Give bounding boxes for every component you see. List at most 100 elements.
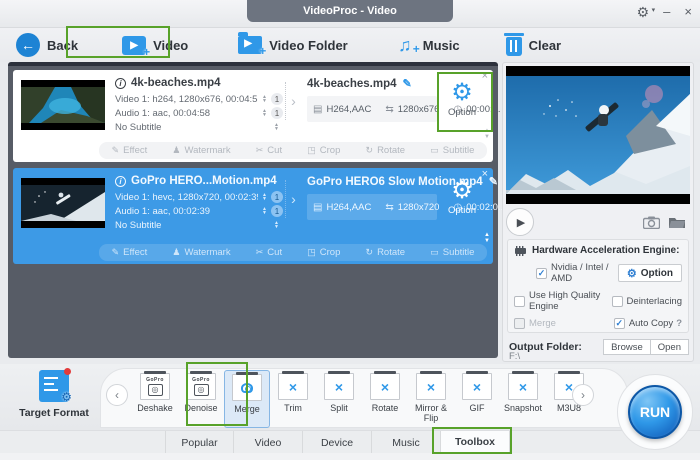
resolution-icon: ⇆ <box>385 104 393 115</box>
clip-actions-bar: ✎Effect ♟Watermark ✂Cut ◳Crop ↻Rotate ▭S… <box>99 142 487 159</box>
subtitle-button[interactable]: ▭Subtitle <box>430 145 474 156</box>
crop-button[interactable]: ◳Crop <box>307 247 340 258</box>
clip-row-4k-beaches[interactable]: × i4k-beaches.mp4 Video 1: h264, 1280x67… <box>13 70 493 162</box>
tool-rotate[interactable]: × Rotate <box>362 370 408 428</box>
add-video-button[interactable]: ▶+ Video <box>112 29 198 61</box>
crop-icon: ◳ <box>307 247 316 258</box>
gpu-label: Nvidia / Intel / AMD <box>551 262 618 284</box>
tools-scroll-left-button[interactable]: ‹ <box>106 384 128 406</box>
watermark-button[interactable]: ♟Watermark <box>172 145 230 156</box>
tool-merge[interactable]: Merge <box>224 370 270 428</box>
target-format-icon: ⚙ <box>39 370 69 402</box>
clip-scroll-arrows[interactable]: ▲▼ <box>484 232 490 244</box>
subtitle-stepper[interactable]: ▲▼ <box>274 221 279 229</box>
tab-video[interactable]: Video <box>234 431 303 454</box>
audio-track-stepper[interactable]: ▲▼ <box>262 109 267 117</box>
window-title: VideoProc - Video <box>247 0 453 22</box>
tab-popular[interactable]: Popular <box>165 431 234 454</box>
tab-device[interactable]: Device <box>303 431 372 454</box>
crop-button[interactable]: ◳Crop <box>307 145 340 156</box>
back-button[interactable]: ← Back <box>6 29 88 61</box>
rotate-button[interactable]: ↻Rotate <box>366 145 406 156</box>
audio-track-count: 1 <box>271 107 283 119</box>
rename-pencil-icon[interactable]: ✎ <box>489 175 498 188</box>
output-resolution: 1280x676 <box>398 104 440 115</box>
resolution-icon: ⇆ <box>385 202 393 213</box>
audio-track-label: Audio 1: aac, 00:04:58 <box>115 108 258 119</box>
source-filename: GoPro HERO...Motion.mp4 <box>131 175 277 187</box>
effect-button[interactable]: ✎Effect <box>112 145 148 156</box>
tools-cross-icon: × <box>289 380 297 394</box>
rotate-icon: ↻ <box>366 145 374 156</box>
run-button[interactable]: RUN <box>628 385 682 439</box>
format-gear-icon: ⚙ <box>61 390 72 404</box>
rename-pencil-icon[interactable]: ✎ <box>403 77 412 90</box>
lens-icon: ◎ <box>152 385 159 395</box>
info-icon[interactable]: i <box>115 176 126 187</box>
clip-actions-bar: ✎Effect ♟Watermark ✂Cut ◳Crop ↻Rotate ▭S… <box>99 244 487 261</box>
notification-dot <box>64 368 71 375</box>
clip-scroll-arrows[interactable]: ▲▼ <box>484 128 490 140</box>
info-icon[interactable]: i <box>115 78 126 89</box>
caret-down-icon: ▾ <box>652 1 656 21</box>
audio-track-label: Audio 1: aac, 00:02:39 <box>115 206 258 217</box>
target-format-button[interactable]: ⚙ Target Format <box>14 370 94 419</box>
output-resolution: 1280x720 <box>398 202 440 213</box>
tool-trim[interactable]: × Trim <box>270 370 316 428</box>
crop-icon: ◳ <box>307 145 316 156</box>
video-track-label: Video 1: h264, 1280x676, 00:04:58 <box>115 94 258 105</box>
merge-label: Merge <box>529 318 556 329</box>
remove-clip-icon[interactable]: × <box>482 71 488 82</box>
remove-clip-icon[interactable]: × <box>482 169 488 180</box>
audio-track-stepper[interactable]: ▲▼ <box>262 207 267 215</box>
hw-option-button[interactable]: ⚙Option <box>618 264 682 282</box>
gpu-checkbox[interactable]: ✓ <box>536 268 547 279</box>
video-track-stepper[interactable]: ▲▼ <box>262 193 267 201</box>
deinterlacing-checkbox[interactable] <box>612 296 623 307</box>
tool-deshake[interactable]: GoPro◎ Deshake <box>132 370 178 428</box>
codec-option-button[interactable]: ⚙ Option <box>437 178 487 216</box>
browse-button[interactable]: Browse <box>603 339 651 355</box>
tool-snapshot[interactable]: × Snapshot <box>500 370 546 428</box>
add-music-button[interactable]: ♫+ Music <box>384 29 470 61</box>
rotate-button[interactable]: ↻Rotate <box>366 247 406 258</box>
tool-mirror-flip[interactable]: × Mirror & Flip <box>408 370 454 428</box>
subtitle-button[interactable]: ▭Subtitle <box>430 247 474 258</box>
video-track-stepper[interactable]: ▲▼ <box>262 95 267 103</box>
clip-row-gopro[interactable]: × iGoPro HERO...Motion.mp4 Video 1: hevc… <box>13 168 493 264</box>
tab-music[interactable]: Music <box>372 431 441 454</box>
snapshot-camera-icon[interactable] <box>643 216 660 229</box>
play-button[interactable]: ▶ <box>506 208 534 236</box>
tools-scroll-right-button[interactable]: › <box>572 384 594 406</box>
add-video-icon: ▶+ <box>122 36 146 55</box>
high-quality-checkbox[interactable] <box>514 296 525 307</box>
effect-button[interactable]: ✎Effect <box>112 247 148 258</box>
tool-denoise[interactable]: GoPro◎ Denoise <box>178 370 224 428</box>
codec-gear-icon: ⚙ <box>451 80 473 106</box>
tools-cross-icon: × <box>473 380 481 394</box>
open-folder-icon[interactable] <box>668 216 686 229</box>
tab-toolbox[interactable]: Toolbox <box>441 431 510 454</box>
option-gear-icon: ⚙ <box>627 267 637 280</box>
add-video-folder-icon: ▶+ <box>238 36 262 54</box>
watermark-button[interactable]: ♟Watermark <box>172 247 230 258</box>
cut-button[interactable]: ✂Cut <box>256 247 282 258</box>
settings-gear-icon[interactable]: ⚙▾ <box>637 2 650 22</box>
tool-gif[interactable]: × GIF <box>454 370 500 428</box>
tool-split[interactable]: × Split <box>316 370 362 428</box>
clear-button[interactable]: Clear <box>496 29 572 61</box>
clip-list-panel: × i4k-beaches.mp4 Video 1: h264, 1280x67… <box>8 62 498 358</box>
clip-thumbnail <box>21 178 105 228</box>
add-video-folder-button[interactable]: ▶+ Video Folder <box>228 29 358 61</box>
auto-copy-label: Auto Copy <box>629 318 673 329</box>
subtitle-icon: ▭ <box>430 145 439 156</box>
close-button[interactable]: × <box>684 2 692 22</box>
codec-option-button[interactable]: ⚙ Option <box>437 80 487 118</box>
help-icon[interactable]: ? <box>676 318 682 329</box>
minimize-button[interactable]: – <box>663 2 670 22</box>
subtitle-stepper[interactable]: ▲▼ <box>274 123 279 131</box>
open-button[interactable]: Open <box>651 339 689 355</box>
cut-button[interactable]: ✂Cut <box>256 145 282 156</box>
auto-copy-checkbox[interactable]: ✓ <box>614 318 625 329</box>
video-preview[interactable] <box>506 66 690 204</box>
